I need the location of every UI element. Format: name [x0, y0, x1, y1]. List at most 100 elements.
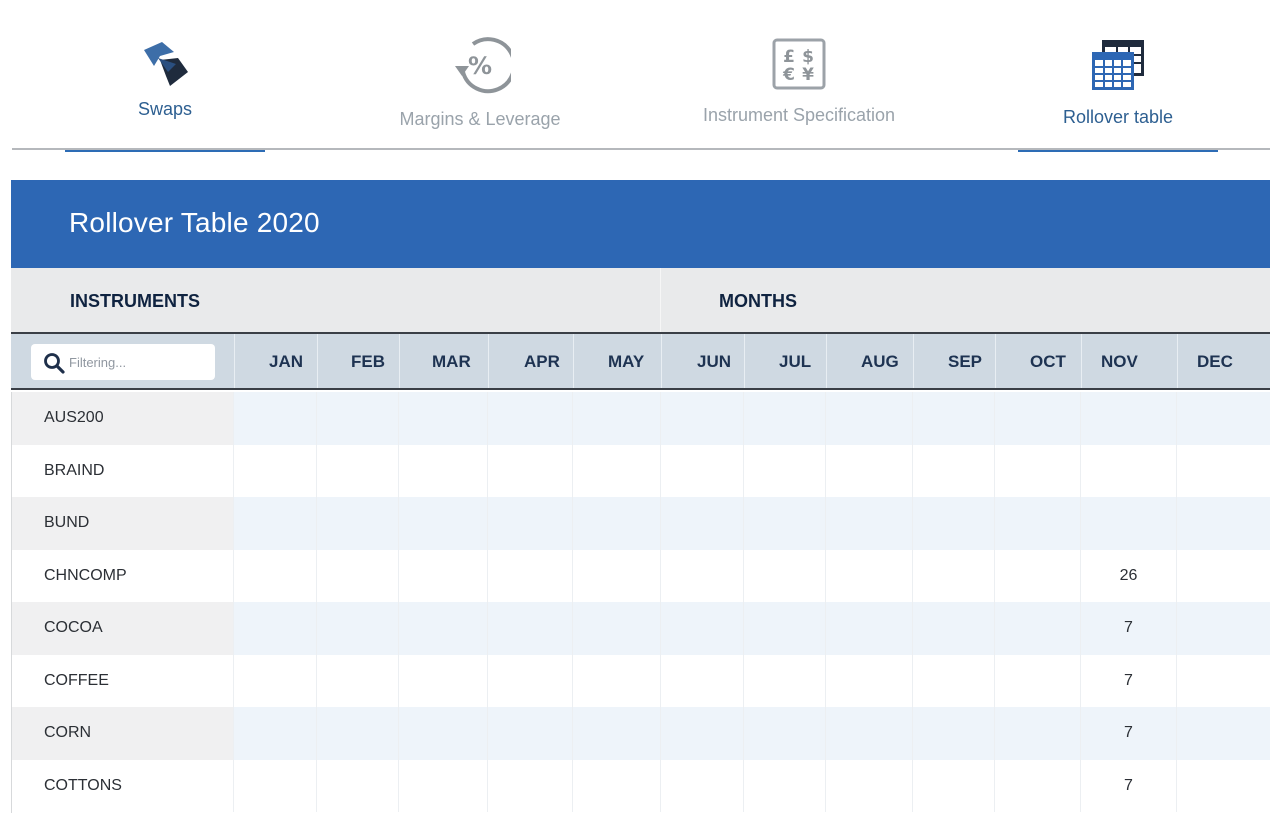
month-cell-dec [1176, 602, 1269, 655]
month-cell-apr [487, 602, 572, 655]
tab-label: Instrument Specification [702, 105, 896, 125]
month-header-jul: JUL [744, 334, 826, 388]
month-cell-oct [994, 392, 1080, 445]
month-cell-mar [398, 759, 487, 812]
month-cell-sep [912, 707, 994, 760]
month-cell-apr [487, 444, 572, 497]
month-header-jan: JAN [234, 334, 317, 388]
month-header-may: MAY [573, 334, 661, 388]
filter-input[interactable] [69, 344, 209, 380]
month-cell-jun [660, 392, 743, 445]
month-cell-feb [316, 549, 398, 602]
month-cell-mar [398, 602, 487, 655]
month-header-sep: SEP [913, 334, 995, 388]
month-cell-may [572, 707, 660, 760]
table-row: COFFEE 7 [11, 654, 1270, 707]
month-cell-aug [825, 759, 912, 812]
month-cell-jun [660, 707, 743, 760]
month-cell-jan [233, 602, 316, 655]
months-heading: MONTHS [719, 291, 797, 311]
tab-swaps[interactable]: Swaps [65, 30, 265, 152]
month-cell-jan [233, 707, 316, 760]
month-cell-jul [743, 392, 825, 445]
tab-margins-leverage[interactable]: % Margins & Leverage [380, 36, 580, 136]
filter-box [31, 344, 215, 380]
month-cell-dec [1176, 707, 1269, 760]
svg-text:%: % [468, 52, 492, 80]
month-cell-aug [825, 497, 912, 550]
month-cell-mar [398, 497, 487, 550]
table-row: AUS200 [11, 392, 1270, 445]
month-cell-jul [743, 654, 825, 707]
month-cell-aug [825, 549, 912, 602]
tab-label: Margins & Leverage [399, 109, 561, 129]
month-cell-jul [743, 497, 825, 550]
month-cell-apr [487, 392, 572, 445]
month-cell-nov: 7 [1080, 759, 1176, 812]
month-cell-sep [912, 392, 994, 445]
instrument-name: AUS200 [11, 392, 233, 445]
month-cell-sep [912, 497, 994, 550]
month-cell-feb [316, 444, 398, 497]
instrument-name: COFFEE [11, 654, 233, 707]
month-cell-dec [1176, 444, 1269, 497]
month-cell-dec [1176, 759, 1269, 812]
tab-instrument-specification[interactable]: £ $ € ¥ Instrument Specification [690, 38, 908, 138]
month-cell-oct [994, 497, 1080, 550]
month-cell-feb [316, 654, 398, 707]
month-cell-sep [912, 444, 994, 497]
month-cell-feb [316, 602, 398, 655]
month-cell-oct [994, 707, 1080, 760]
instrument-name: BUND [11, 497, 233, 550]
month-cell-may [572, 549, 660, 602]
month-cell-feb [316, 759, 398, 812]
tab-rollover-table[interactable]: Rollover table [1018, 36, 1218, 152]
table-left-border [11, 392, 12, 813]
month-cell-jun [660, 549, 743, 602]
tab-divider-line [12, 148, 1270, 150]
month-header-apr: APR [488, 334, 573, 388]
month-cell-jan [233, 444, 316, 497]
month-cell-jul [743, 707, 825, 760]
svg-text:$: $ [802, 47, 814, 67]
svg-text:€: € [782, 65, 795, 85]
month-cell-sep [912, 602, 994, 655]
month-cell-jul [743, 549, 825, 602]
month-cell-nov: 26 [1080, 549, 1176, 602]
month-cell-nov [1080, 392, 1176, 445]
month-cell-dec [1176, 654, 1269, 707]
month-cell-feb [316, 392, 398, 445]
table-row: COCOA 7 [11, 602, 1270, 655]
month-cell-jan [233, 497, 316, 550]
month-cell-nov: 7 [1080, 707, 1176, 760]
month-cell-jul [743, 759, 825, 812]
month-cell-mar [398, 444, 487, 497]
month-cell-jan [233, 549, 316, 602]
svg-text:¥: ¥ [802, 65, 814, 85]
month-cell-nov: 7 [1080, 654, 1176, 707]
top-tab-bar: Swaps % Margins & Leverage £ $ € ¥ Instr… [0, 0, 1270, 160]
month-header-jun: JUN [661, 334, 744, 388]
month-cell-aug [825, 392, 912, 445]
month-cell-jul [743, 444, 825, 497]
month-cell-mar [398, 707, 487, 760]
month-cell-jan [233, 759, 316, 812]
month-cell-sep [912, 654, 994, 707]
month-cell-jun [660, 602, 743, 655]
month-cell-mar [398, 549, 487, 602]
month-cell-jan [233, 654, 316, 707]
month-cell-dec [1176, 549, 1269, 602]
instrument-name: CHNCOMP [11, 549, 233, 602]
month-cell-oct [994, 444, 1080, 497]
percent-cycle-icon: % [449, 36, 517, 94]
month-cell-oct [994, 654, 1080, 707]
month-cell-may [572, 759, 660, 812]
month-cell-nov [1080, 444, 1176, 497]
section-header: INSTRUMENTS MONTHS [11, 268, 1270, 332]
search-icon [44, 353, 65, 374]
month-cell-aug [825, 707, 912, 760]
rollover-table-body: AUS200 BRAIND BUND CHNCOMP 26 COCOA 7 COFFEE 7 CO… [11, 392, 1270, 812]
month-cell-jan [233, 392, 316, 445]
instrument-name: BRAIND [11, 444, 233, 497]
month-cell-mar [398, 392, 487, 445]
